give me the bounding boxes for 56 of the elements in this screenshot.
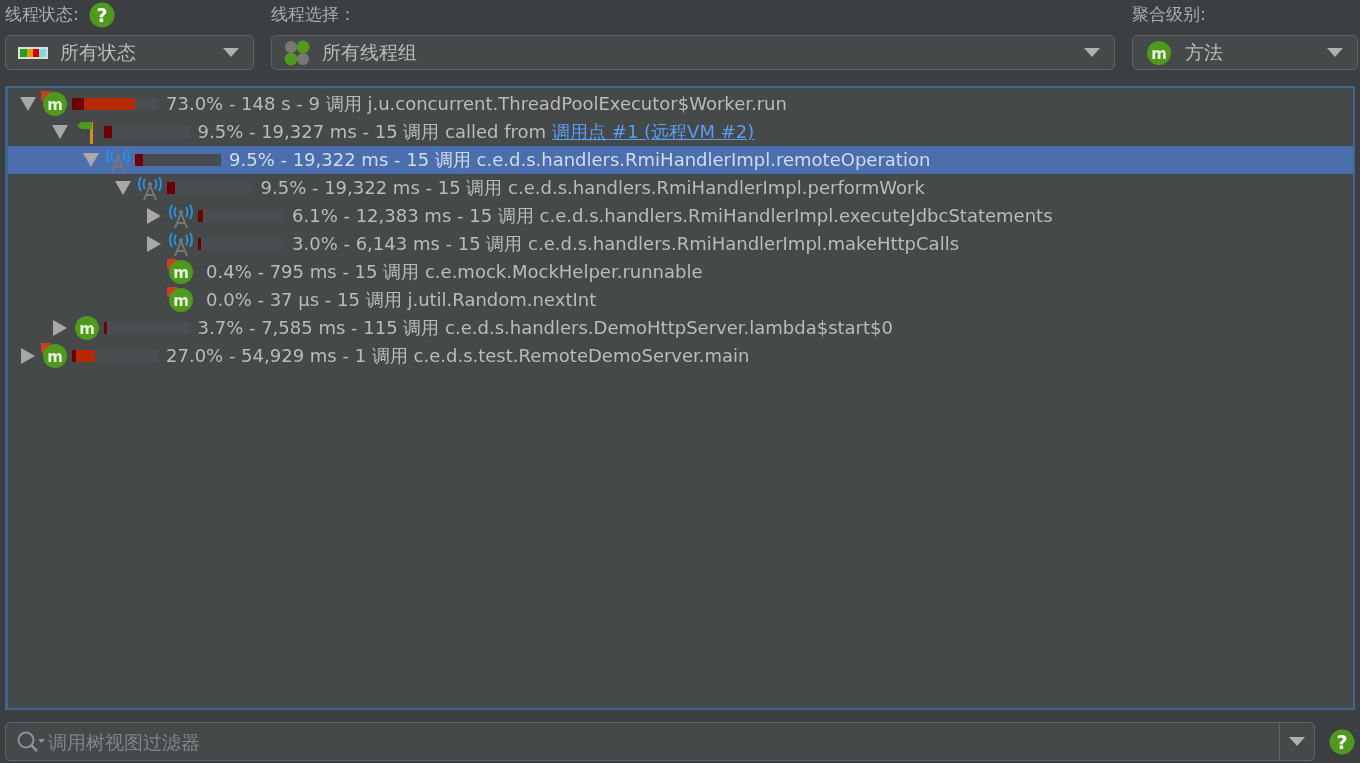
antenna-icon [166, 203, 196, 229]
thread-status-label: 线程状态: [5, 3, 79, 26]
caret-icon [1084, 47, 1100, 58]
method-icon: m [72, 315, 101, 341]
collapse-arrow-icon[interactable] [20, 96, 36, 112]
antenna-icon [166, 231, 196, 257]
combo-value: 方法 [1185, 39, 1224, 65]
call-tree-node-text: 3.7% - 7,585 ms - 115 调用 c.e.d.s.handlers.DemoHttpServer.lambda$start$0 [197, 316, 893, 340]
call-tree-node-text: 0.0% - 37 µs - 15 调用 j.util.Random.nextInt [206, 288, 597, 312]
tree-row[interactable]: 9.5% - 19,327 ms - 15 调用 called from 调用点 #1 (远程VM #2) [8, 118, 1353, 146]
method-icon: m [41, 343, 69, 369]
call-tree-node-text: 3.0% - 6,143 ms - 15 调用 c.e.d.s.handlers.RmiHandlerImpl.makeHttpCalls [292, 232, 959, 256]
thread-status-dropdown[interactable]: 所有状态 [5, 35, 254, 70]
combo-value: 所有线程组 [322, 39, 418, 65]
combo-value: 所有状态 [60, 39, 137, 65]
call-tree-node-text: 9.5% - 19,322 ms - 15 调用 c.e.d.s.handlers.RmiHandlerImpl.performWork [260, 176, 925, 200]
aggregation-level-dropdown[interactable]: m 方法 [1132, 35, 1358, 70]
call-tree-node-text: 73.0% - 148 s - 9 调用 j.u.concurrent.ThreadPoolExecutor$Worker.run [166, 92, 787, 116]
tree-row[interactable]: 3.0% - 6,143 ms - 15 调用 c.e.d.s.handlers.RmiHandlerImpl.makeHttpCalls [8, 230, 1353, 258]
collapse-arrow-icon[interactable] [83, 152, 99, 168]
aggregation-level-label: 聚合级别: [1132, 3, 1206, 26]
call-tree-node-text: 6.1% - 12,383 ms - 15 调用 c.e.d.s.handlers.RmiHandlerImpl.executeJdbcStatements [292, 204, 1053, 228]
caret-icon [223, 47, 239, 58]
help-icon[interactable]: ? [1329, 728, 1355, 755]
expand-arrow-icon[interactable] [146, 236, 162, 252]
tree-row[interactable]: 9.5% - 19,322 ms - 15 调用 c.e.d.s.handlers.RmiHandlerImpl.performWork [8, 174, 1353, 202]
thread-status-icon [18, 46, 48, 59]
tree-row[interactable]: m 0.4% - 795 ms - 15 调用 c.e.mock.MockHelper.runnable [8, 258, 1353, 286]
expand-arrow-icon[interactable] [51, 320, 68, 336]
tree-row[interactable]: m 3.7% - 7,585 ms - 115 调用 c.e.d.s.handlers.DemoHttpServer.lambda$start$0 [8, 314, 1353, 342]
call-tree-node-text: 0.4% - 795 ms - 15 调用 c.e.mock.MockHelper.runnable [206, 260, 703, 284]
tree-row[interactable]: m 73.0% - 148 s - 9 调用 j.u.concurrent.ThreadPoolExecutor$Worker.run [8, 90, 1353, 118]
tree-row[interactable]: m 27.0% - 54,929 ms - 1 调用 c.e.d.s.test.RemoteDemoServer.main [8, 342, 1353, 370]
call-site-link[interactable]: 调用点 #1 (远程VM #2) [552, 120, 755, 144]
call-tree-node-text: 9.5% - 19,322 ms - 15 调用 c.e.d.s.handlers.RmiHandlerImpl.remoteOperation [229, 148, 931, 172]
caret-icon [1327, 47, 1343, 58]
method-icon: m [167, 287, 195, 313]
method-icon: m [41, 91, 69, 117]
tree-row[interactable]: 9.5% - 19,322 ms - 15 调用 c.e.d.s.handlers.RmiHandlerImpl.remoteOperation [8, 146, 1353, 174]
thread-selection-dropdown[interactable]: 所有线程组 [271, 35, 1115, 70]
help-icon[interactable]: ? [88, 1, 115, 28]
tree-row[interactable]: 6.1% - 12,383 ms - 15 调用 c.e.d.s.handlers.RmiHandlerImpl.executeJdbcStatements [8, 202, 1353, 230]
thread-group-icon [284, 39, 310, 66]
call-tree-node-text: 27.0% - 54,929 ms - 1 调用 c.e.d.s.test.RemoteDemoServer.main [166, 344, 750, 368]
call-tree-node-text: 9.5% - 19,327 ms - 15 调用 called from [197, 120, 547, 144]
tree-row[interactable]: m 0.0% - 37 µs - 15 调用 j.util.Random.nextInt [8, 286, 1353, 314]
thread-selection-label: 线程选择： [271, 3, 356, 26]
expand-arrow-icon[interactable] [146, 208, 162, 224]
caret-icon [1289, 736, 1305, 747]
expand-arrow-icon[interactable] [20, 348, 36, 364]
collapse-arrow-icon[interactable] [114, 180, 131, 196]
antenna-icon [103, 147, 133, 173]
search-icon[interactable] [16, 729, 46, 754]
collapse-arrow-icon[interactable] [51, 124, 68, 140]
method-icon: m [1145, 39, 1173, 66]
method-icon: m [167, 259, 195, 285]
